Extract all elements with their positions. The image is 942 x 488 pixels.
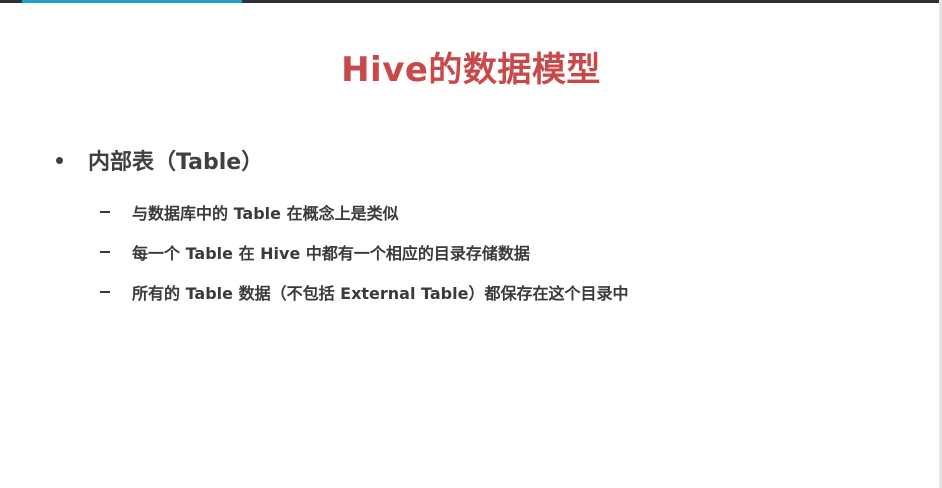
sub-bullet-item: 每一个 Table 在 Hive 中都有一个相应的目录存储数据 <box>100 232 628 272</box>
bullet-dot-icon <box>56 156 63 164</box>
progress-accent <box>22 0 242 3</box>
dash-icon <box>100 291 110 293</box>
sub-bullet-item: 与数据库中的 Table 在概念上是类似 <box>100 192 628 232</box>
dash-icon <box>100 211 110 213</box>
sub-bullet-text: 与数据库中的 Table 在概念上是类似 <box>132 204 399 223</box>
sub-bullet-text: 所有的 Table 数据（不包括 External Table）都保存在这个目录… <box>132 284 629 303</box>
sub-bullet-list: 与数据库中的 Table 在概念上是类似 每一个 Table 在 Hive 中都… <box>100 192 628 312</box>
video-progress-strip <box>0 0 942 3</box>
dash-icon <box>100 251 110 253</box>
slide-canvas: Hive的数据模型 内部表（Table） 与数据库中的 Table 在概念上是类… <box>0 0 942 488</box>
bullet-text: 内部表（Table） <box>88 150 264 175</box>
sub-bullet-item: 所有的 Table 数据（不包括 External Table）都保存在这个目录… <box>100 272 628 312</box>
sub-bullet-text: 每一个 Table 在 Hive 中都有一个相应的目录存储数据 <box>132 244 530 263</box>
bullet-item-internal-table: 内部表（Table） <box>56 144 263 176</box>
slide-title: Hive的数据模型 <box>341 50 601 90</box>
